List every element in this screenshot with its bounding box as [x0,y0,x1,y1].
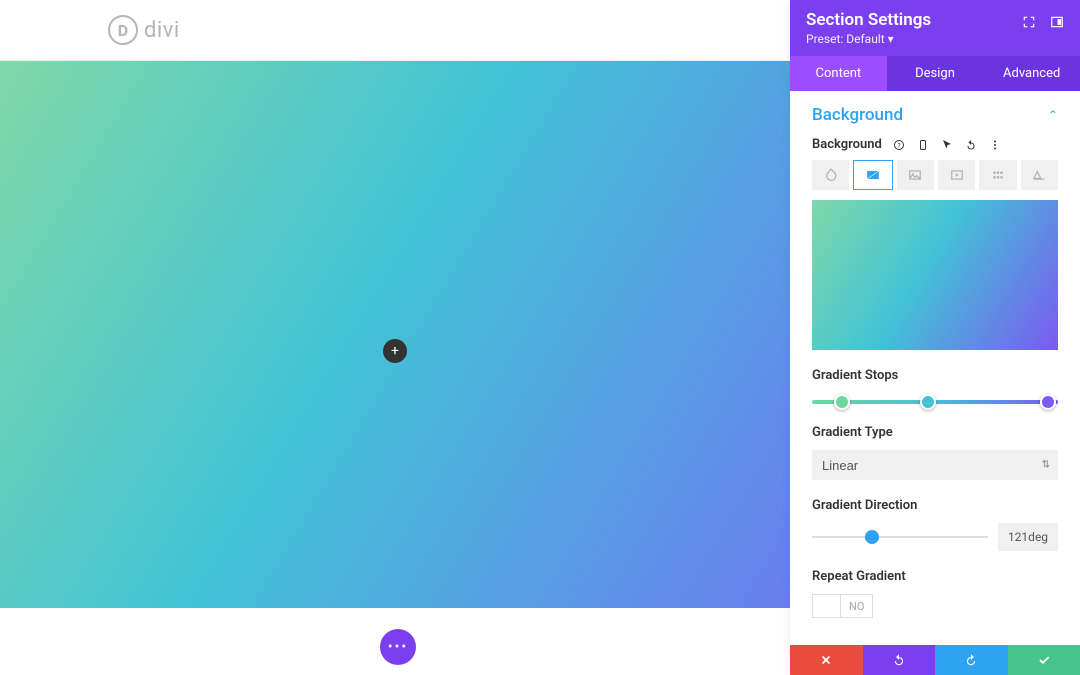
logo: D divi [108,15,180,45]
cancel-button[interactable] [790,645,863,675]
stop-handle-1[interactable] [834,394,850,410]
tab-design[interactable]: Design [887,56,984,91]
tab-advanced[interactable]: Advanced [983,56,1080,91]
tab-content[interactable]: Content [790,56,887,91]
gradient-swatch[interactable] [812,200,1058,350]
panel-title: Section Settings [806,10,1022,30]
preview-area: + [0,61,790,648]
toggle-handle [813,595,841,617]
direction-slider[interactable] [812,532,988,542]
device-icon[interactable] [916,138,930,152]
redo-button[interactable] [935,645,1008,675]
direction-track [812,536,988,538]
gradient-section-preview[interactable]: + [0,61,790,648]
hover-icon[interactable] [940,138,954,152]
svg-text:?: ? [897,141,900,149]
bg-type-video[interactable] [938,160,975,190]
background-label: Background [812,137,882,152]
bg-type-color[interactable] [812,160,849,190]
gradient-type-label: Gradient Type [812,425,1058,440]
bg-type-image[interactable] [897,160,934,190]
background-field-header: Background ? [812,137,1058,152]
background-type-tabs [812,160,1058,190]
section-title: Background [812,105,903,125]
logo-icon: D [108,15,138,45]
logo-text: divi [144,18,180,43]
repeat-gradient-toggle[interactable]: NO [812,594,873,618]
stop-handle-3[interactable] [1040,394,1056,410]
direction-value[interactable]: 121deg [998,523,1058,551]
panel-header: Section Settings Preset: Default ▾ [790,0,1080,56]
save-button[interactable] [1008,645,1080,675]
undo-button[interactable] [863,645,936,675]
stop-handle-2[interactable] [920,394,936,410]
gradient-stops-slider[interactable] [812,397,1058,407]
panel-body: Background ⌃ Background ? Gradient Stops [790,91,1080,675]
panel-footer [790,645,1080,675]
menu-icon[interactable] [988,138,1002,152]
direction-handle[interactable] [865,530,879,544]
add-module-button[interactable]: + [383,339,407,363]
section-heading-row[interactable]: Background ⌃ [812,105,1058,125]
toggle-label: NO [841,595,872,617]
dots-icon: ••• [388,640,408,654]
expand-icon[interactable] [1022,14,1036,33]
help-icon[interactable]: ? [892,138,906,152]
bg-type-pattern[interactable] [979,160,1016,190]
gradient-type-select[interactable]: Linear [812,450,1058,480]
repeat-gradient-label: Repeat Gradient [812,569,1058,584]
snap-icon[interactable] [1050,14,1064,33]
gradient-direction-label: Gradient Direction [812,498,1058,513]
bg-type-gradient[interactable] [853,160,892,190]
gradient-stops-label: Gradient Stops [812,368,1058,383]
preset-selector[interactable]: Preset: Default ▾ [806,32,1022,46]
builder-fab-button[interactable]: ••• [380,629,416,665]
chevron-up-icon: ⌃ [1048,108,1058,122]
bg-type-mask[interactable] [1021,160,1058,190]
reset-icon[interactable] [964,138,978,152]
settings-panel: Section Settings Preset: Default ▾ Conte… [790,0,1080,675]
panel-tabs: Content Design Advanced [790,56,1080,91]
